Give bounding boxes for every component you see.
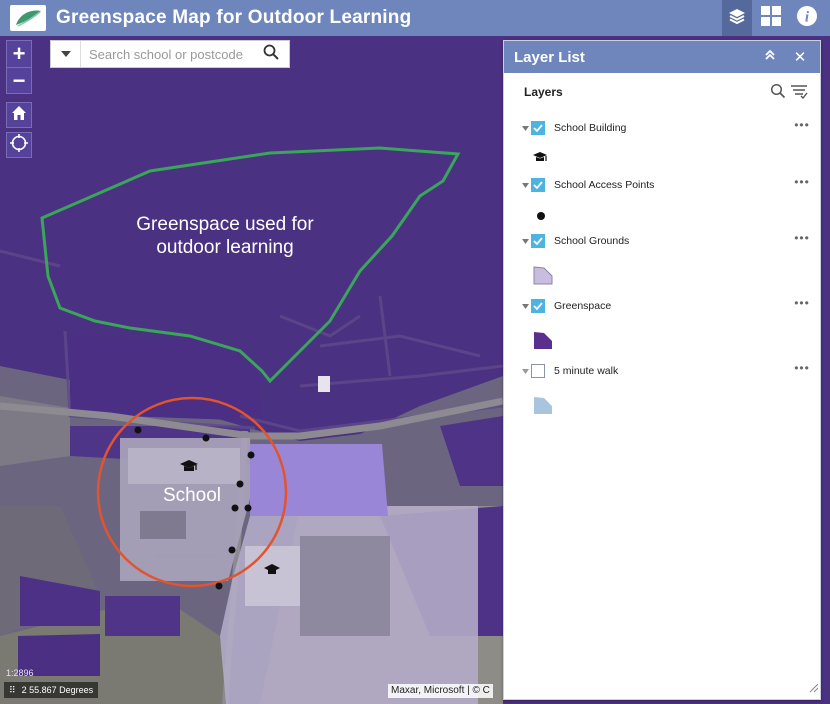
close-panel-button[interactable]: ✕ (792, 49, 808, 66)
basemap-gallery-button[interactable] (756, 0, 786, 36)
layer-options-icon[interactable]: ••• (794, 232, 810, 248)
layer-name: 5 minute walk (554, 365, 619, 377)
legend-5-minute-walk-swatch (532, 396, 554, 421)
layer-item-5-minute-walk[interactable]: 5 minute walk ••• (520, 362, 810, 380)
layer-item-school-grounds[interactable]: School Grounds ••• (520, 232, 810, 250)
layer-visibility-checkbox[interactable] (531, 299, 545, 313)
close-icon: ✕ (793, 49, 807, 66)
coordinate-readout[interactable]: ⠿ 2 55.867 Degrees (4, 682, 99, 698)
coordinate-toggle-icon[interactable]: ⠿ (9, 685, 16, 696)
layer-visibility-checkbox[interactable] (531, 121, 545, 135)
search-widget (50, 40, 290, 68)
search-button[interactable] (253, 41, 289, 67)
grid-icon (760, 5, 782, 32)
layer-name: School Building (554, 122, 627, 134)
layer-options-icon[interactable]: ••• (794, 297, 810, 313)
layers-icon (727, 6, 747, 31)
locate-icon (10, 133, 28, 157)
school-map-label: School (162, 485, 222, 506)
legend-black-dot-icon (536, 208, 546, 226)
layer-list-title: Layer List (514, 48, 585, 66)
home-button[interactable] (6, 102, 32, 128)
legend-graduation-cap-icon (532, 151, 548, 170)
double-chevron-up-icon (764, 48, 776, 66)
map-attribution: Maxar, Microsoft | © C (388, 684, 493, 698)
resize-handle-icon[interactable] (809, 680, 819, 698)
search-source-dropdown[interactable] (51, 41, 81, 67)
info-icon: i (796, 5, 818, 32)
legend-school-grounds-swatch (532, 266, 554, 291)
locate-button[interactable] (6, 132, 32, 158)
caret-down-icon[interactable] (520, 180, 530, 190)
school-building-icon[interactable] (179, 459, 199, 480)
layer-list-panel: Layer List ✕ Layers School Building ••• … (503, 40, 821, 700)
legend-greenspace-swatch (532, 331, 554, 356)
greenspace-map-label: Greenspace used for outdoor learning (136, 214, 314, 258)
filter-layers-icon[interactable] (790, 83, 808, 104)
collapse-panel-button[interactable] (762, 49, 778, 65)
app-title: Greenspace Map for Outdoor Learning (56, 7, 412, 28)
layer-options-icon[interactable]: ••• (794, 362, 810, 378)
layer-visibility-checkbox[interactable] (531, 364, 545, 378)
scale-indicator: 1:2896 (6, 668, 34, 678)
search-input[interactable] (81, 42, 253, 66)
app-logo (10, 5, 46, 31)
app-header: Greenspace Map for Outdoor Learning i (0, 0, 830, 36)
about-button[interactable]: i (792, 0, 822, 36)
chevron-down-icon (60, 45, 71, 63)
caret-down-icon[interactable] (520, 366, 530, 376)
layer-item-school-access-points[interactable]: School Access Points ••• (520, 176, 810, 194)
caret-down-icon[interactable] (520, 123, 530, 133)
search-layers-icon[interactable] (770, 83, 786, 104)
caret-down-icon[interactable] (520, 301, 530, 311)
layer-visibility-checkbox[interactable] (531, 234, 545, 248)
search-icon (263, 44, 279, 65)
layer-item-greenspace[interactable]: Greenspace ••• (520, 297, 810, 315)
layers-tools (770, 83, 808, 104)
home-icon (11, 105, 27, 126)
layers-heading: Layers (524, 85, 563, 99)
layer-item-school-building[interactable]: School Building ••• (520, 119, 810, 137)
layer-list-header: Layer List ✕ (504, 41, 820, 73)
layer-name: School Access Points (554, 179, 655, 191)
zoom-out-button[interactable]: − (7, 67, 31, 93)
layer-options-icon[interactable]: ••• (794, 176, 810, 192)
caret-down-icon[interactable] (520, 236, 530, 246)
layer-name: School Grounds (554, 235, 630, 247)
layer-visibility-checkbox[interactable] (531, 178, 545, 192)
layer-name: Greenspace (554, 300, 612, 312)
layer-list-button[interactable] (722, 0, 752, 36)
layer-options-icon[interactable]: ••• (794, 119, 810, 135)
coordinate-value: 2 55.867 Degrees (21, 685, 94, 695)
zoom-control: + − (6, 40, 32, 94)
zoom-in-button[interactable]: + (7, 41, 31, 67)
